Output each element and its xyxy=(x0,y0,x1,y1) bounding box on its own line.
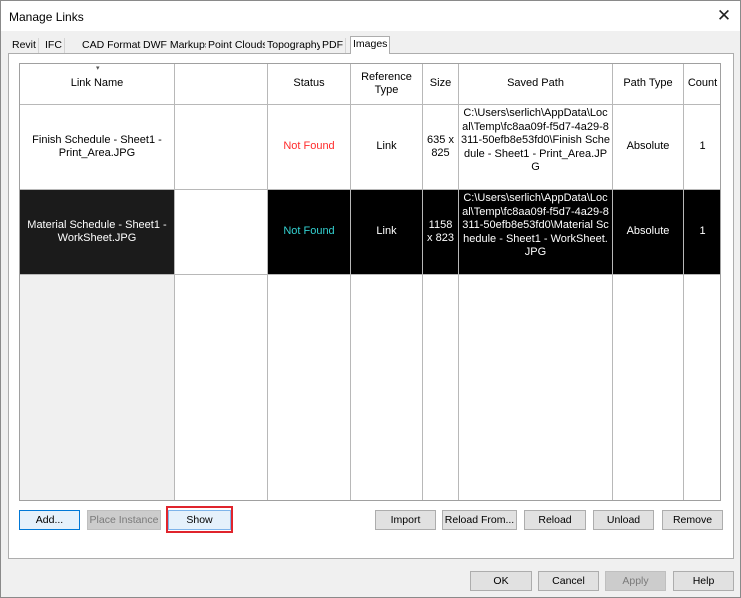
table-cell-path-type[interactable]: Absolute xyxy=(613,105,683,189)
column-header-path-type[interactable]: Path Type xyxy=(613,64,683,104)
table-cell-status-selected[interactable]: Not Found xyxy=(268,190,350,274)
row-header-link-name[interactable]: Finish Schedule - Sheet1 - Print_Area.JP… xyxy=(20,105,174,189)
grid-divider xyxy=(20,189,720,190)
tab-strip: Revit IFC CAD Formats DWF Markups Point … xyxy=(8,36,728,54)
manage-links-dialog: Manage Links ✕ Revit IFC CAD Formats DWF… xyxy=(0,0,741,598)
table-cell-path-type-selected[interactable]: Absolute xyxy=(613,190,683,274)
grid-divider xyxy=(174,64,175,500)
links-table: ▾ Link Name Status Reference Type Size S… xyxy=(19,63,721,501)
table-cell-reference-type[interactable]: Link xyxy=(351,105,422,189)
table-cell-reference-type-selected[interactable]: Link xyxy=(351,190,422,274)
close-icon[interactable]: ✕ xyxy=(713,6,735,26)
grid-divider xyxy=(20,104,720,105)
column-header-status[interactable]: Status xyxy=(268,64,350,104)
column-header-saved-path[interactable]: Saved Path xyxy=(459,64,612,104)
table-cell-count[interactable]: 1 xyxy=(684,105,720,189)
tab-ifc[interactable]: IFC xyxy=(43,38,65,53)
table-cell-size[interactable]: 635 x 825 xyxy=(423,105,458,189)
dialog-title: Manage Links xyxy=(9,10,84,24)
empty-row-header-area xyxy=(20,275,174,500)
table-cell-count-selected[interactable]: 1 xyxy=(684,190,720,274)
column-header-size[interactable]: Size xyxy=(423,64,458,104)
grid-divider xyxy=(267,64,268,500)
grid-divider xyxy=(20,274,720,275)
table-cell-size-selected[interactable]: 1158 x 823 xyxy=(423,190,458,274)
reload-from-button[interactable]: Reload From... xyxy=(442,510,517,530)
help-button[interactable]: Help xyxy=(673,571,734,591)
import-button[interactable]: Import xyxy=(375,510,436,530)
remove-button[interactable]: Remove xyxy=(662,510,723,530)
highlight-annotation-box xyxy=(166,506,233,533)
tab-cad-formats[interactable]: CAD Formats xyxy=(80,38,149,53)
column-header-count[interactable]: Count xyxy=(684,64,720,104)
unload-button[interactable]: Unload xyxy=(593,510,654,530)
title-bar: Manage Links ✕ xyxy=(1,1,740,31)
grid-divider xyxy=(683,64,684,500)
column-header-link-name[interactable]: ▾ Link Name xyxy=(20,64,174,104)
column-header-blank[interactable] xyxy=(175,64,267,104)
tab-pdf[interactable]: PDF xyxy=(320,38,346,53)
tab-dwf-markups[interactable]: DWF Markups xyxy=(141,38,214,53)
grid-divider xyxy=(422,64,423,500)
table-cell-status[interactable]: Not Found xyxy=(268,105,350,189)
ok-button[interactable]: OK xyxy=(470,571,532,591)
tab-point-clouds[interactable]: Point Clouds xyxy=(206,38,271,53)
grid-divider xyxy=(350,64,351,500)
add-button[interactable]: Add... xyxy=(19,510,80,530)
table-cell-saved-path-selected[interactable]: C:\Users\serlich\AppData\Local\Temp\fc8a… xyxy=(459,190,612,274)
cancel-button[interactable]: Cancel xyxy=(538,571,599,591)
table-cell-saved-path[interactable]: C:\Users\serlich\AppData\Local\Temp\fc8a… xyxy=(459,105,612,189)
table-cell-blank[interactable] xyxy=(175,105,267,189)
grid-divider xyxy=(458,64,459,500)
column-header-reference-type[interactable]: Reference Type xyxy=(351,64,422,104)
grid-divider xyxy=(612,64,613,500)
tab-topography[interactable]: Topography xyxy=(265,38,325,53)
tab-images[interactable]: Images xyxy=(350,36,391,54)
tab-revit[interactable]: Revit xyxy=(10,38,39,53)
table-cell-blank[interactable] xyxy=(175,190,267,274)
sort-indicator-icon: ▾ xyxy=(96,65,100,72)
place-instance-button[interactable]: Place Instance xyxy=(87,510,161,530)
row-header-link-name-selected[interactable]: Material Schedule - Sheet1 - WorkSheet.J… xyxy=(20,190,174,274)
reload-button[interactable]: Reload xyxy=(524,510,586,530)
apply-button[interactable]: Apply xyxy=(605,571,666,591)
